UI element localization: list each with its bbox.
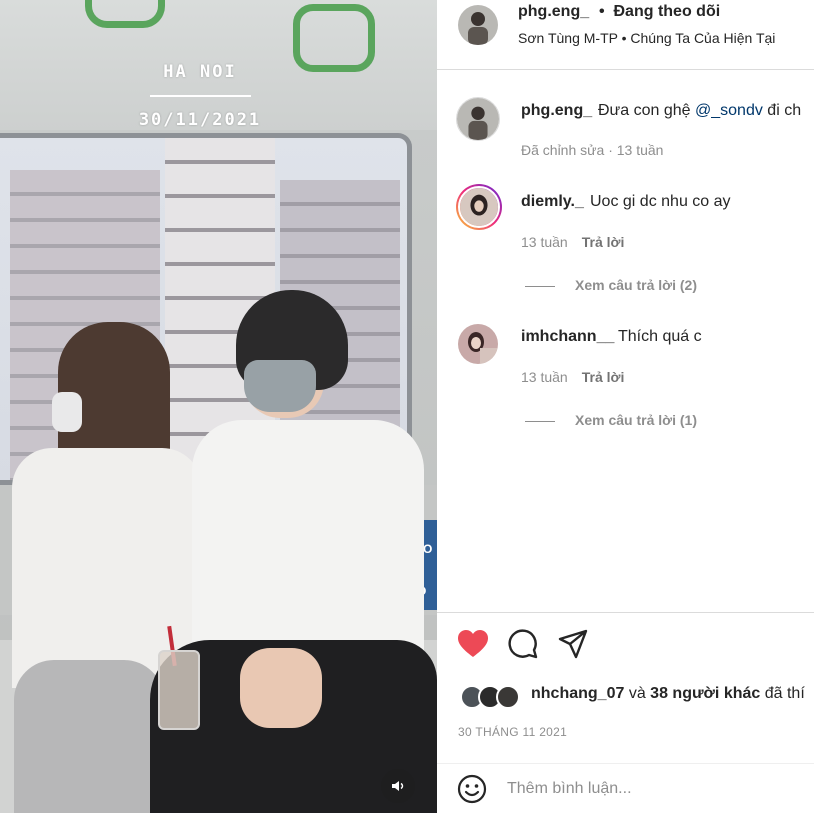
boy-mask [244,360,316,412]
comment-input[interactable] [507,774,797,804]
view-replies-button[interactable]: Xem câu trả lời (2) [525,277,697,293]
reply-button[interactable]: Trả lời [582,369,625,385]
overlay-divider [150,95,251,97]
comment-username[interactable]: imhchann__ [521,328,614,346]
grab-handle-left [85,0,165,28]
overlay-city: HA NOI [163,62,237,82]
add-comment-bar [437,763,814,813]
post-media-video[interactable]: I BẢO NG NGÔ HA NOI 30/11/2021 [0,0,437,813]
likes-joiner: và [628,685,646,702]
caption-username[interactable]: phg.eng_ [521,102,592,120]
emoji-button[interactable] [457,774,487,809]
commenter-avatar[interactable] [458,324,498,364]
reply-button[interactable]: Trả lời [582,234,625,250]
post-date[interactable]: 30 THÁNG 11 2021 [458,725,567,739]
liker-avatar [496,685,520,709]
girl-mask [52,392,82,432]
comment-icon [508,629,538,659]
share-icon [558,629,588,659]
author-username[interactable]: phg.eng_ [518,3,589,21]
caption-text: Đưa con ghệ @_sondv đi ch [598,102,801,120]
heart-icon [458,630,488,657]
following-label[interactable]: Đang theo dõi [614,3,721,20]
caption-avatar[interactable] [456,97,500,141]
likes-others-link[interactable]: 38 người khác [650,685,760,702]
like-button[interactable] [457,629,489,664]
emoji-icon [457,774,487,804]
girl-legs [14,660,164,813]
post-sidebar: phg.eng_ • Đang theo dõi Sơn Tùng M-TP •… [437,0,814,813]
comment-text: Uoc gi dc nhu co ay [590,193,731,210]
likes-summary: nhchang_07 và 38 người khác đã thí [531,685,805,703]
comment-meta: 13 tuần Trả lời [521,369,624,385]
post-header: phg.eng_ • Đang theo dõi Sơn Tùng M-TP •… [437,0,814,70]
sound-icon [392,781,404,791]
comment-text: Thích quá c [618,328,702,345]
caption-meta: Đã chỉnh sửa · 13 tuần [521,142,664,158]
comment-button[interactable] [508,629,538,664]
view-replies-label[interactable]: Xem câu trả lời (1) [575,412,697,428]
commenter-avatar-story[interactable] [456,184,502,230]
likes-suffix: đã thí [764,685,805,702]
caption-mention-link[interactable]: @_sondv [695,102,763,119]
header-separator: • [599,3,605,20]
liker-avatars[interactable] [460,685,526,711]
instagram-post-view: I BẢO NG NGÔ HA NOI 30/11/2021 [0,0,814,813]
sound-toggle-button[interactable] [381,769,415,803]
replies-divider [525,420,555,422]
comment-meta: 13 tuần Trả lời [521,234,624,250]
boy-body [192,420,424,670]
view-replies-label[interactable]: Xem câu trả lời (2) [575,277,697,293]
liker-username[interactable]: nhchang_07 [531,685,624,702]
audio-track[interactable]: Sơn Tùng M-TP • Chúng Ta Của Hiện Tại [518,30,775,46]
comment-time: 13 tuần [521,234,568,250]
author-avatar[interactable] [458,5,498,45]
overlay-date: 30/11/2021 [138,110,262,130]
view-replies-button[interactable]: Xem câu trả lời (1) [525,412,697,428]
caption-text-prefix: Đưa con ghệ [598,102,691,119]
replies-divider [525,285,555,287]
comment-username[interactable]: diemly._ [521,193,584,211]
follow-status[interactable]: • Đang theo dõi [599,3,720,21]
drink-cup [158,650,200,730]
boy-hands [240,648,322,728]
post-actions: nhchang_07 và 38 người khác đã thí 30 TH… [437,612,814,813]
share-button[interactable] [558,629,588,664]
caption-text-suffix: đi ch [767,102,802,119]
comment-time: 13 tuần [521,369,568,385]
